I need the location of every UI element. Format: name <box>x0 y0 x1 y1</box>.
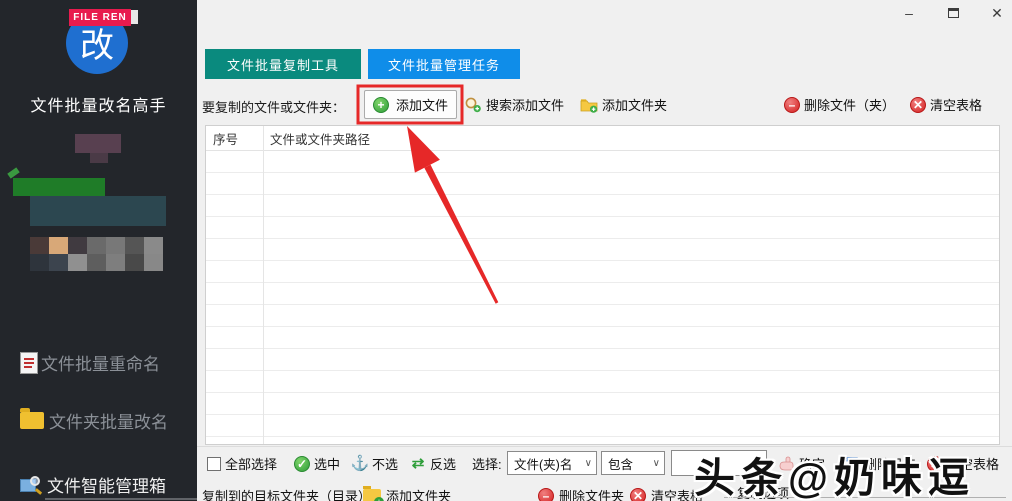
search-plus-icon <box>465 97 481 112</box>
delete-file-label: 删除文件（夹） <box>804 98 896 113</box>
table-header: 序号 文件或文件夹路径 <box>206 126 999 151</box>
sidebar-item-folder-rename[interactable]: 文件夹批量改名 <box>20 408 168 433</box>
copy-options-group-border <box>724 497 1006 498</box>
censored-block <box>75 134 121 153</box>
search-add-file-button[interactable]: 搜索添加文件 <box>464 95 564 114</box>
censored-mosaic <box>30 237 163 271</box>
document-icon <box>20 351 38 374</box>
maximize-button[interactable] <box>944 4 962 22</box>
source-files-label: 要复制的文件或文件夹： <box>202 100 346 115</box>
check-circle-icon: ✓ <box>294 455 310 472</box>
select-label: 选中 <box>314 457 341 472</box>
sidebar-item-label: 文件智能管理箱 <box>47 477 166 496</box>
column-header-path[interactable]: 文件或文件夹路径 <box>263 129 370 148</box>
sidebar-separator <box>45 498 197 500</box>
invert-label: 反选 <box>430 457 457 472</box>
folder-plus-icon <box>363 485 384 501</box>
deselect-label: 不选 <box>372 457 399 472</box>
dest-delete-folder-button[interactable]: – 删除文件夹 <box>538 486 624 501</box>
select-button[interactable]: ✓ 选中 <box>294 454 340 473</box>
column-header-index[interactable]: 序号 <box>206 129 263 148</box>
censored-block <box>90 153 108 163</box>
add-file-label: 添加文件 <box>395 98 448 113</box>
delete-selected-button[interactable]: 删除已选 <box>842 454 916 473</box>
censored-block <box>13 178 105 196</box>
logo-banner: FILE REN <box>69 9 131 26</box>
add-folder-button[interactable]: 添加文件夹 <box>580 95 667 114</box>
table-body[interactable] <box>206 151 999 444</box>
censored-block <box>7 167 20 179</box>
maximize-icon <box>947 8 959 18</box>
match-select-value: 包含 <box>608 457 634 472</box>
x-circle-icon: ✕ <box>927 455 943 472</box>
close-button[interactable]: ✕ <box>988 4 1006 22</box>
x-circle-icon: ✕ <box>910 96 926 113</box>
app-title: 文件批量改名高手 <box>30 98 167 115</box>
clear-table-button-2[interactable]: ✕ 清空表格 <box>927 454 999 473</box>
search-add-file-label: 搜索添加文件 <box>486 98 565 113</box>
deselect-button[interactable]: ⚓ 不选 <box>350 454 399 473</box>
hand-icon <box>779 456 794 470</box>
window-controls: – ✕ <box>900 4 1006 22</box>
copy-options-group-label: 复制选项 <box>737 486 790 501</box>
file-list-table[interactable]: 序号 文件或文件夹路径 <box>205 125 1000 445</box>
x-circle-icon: ✕ <box>630 487 646 501</box>
sidebar-item-label: 文件夹批量改名 <box>49 413 168 432</box>
search-box-icon <box>20 475 43 495</box>
filter-label: 选择: <box>472 457 502 472</box>
minimize-button[interactable]: – <box>900 4 918 22</box>
delete-selected-label: 删除已选 <box>864 457 917 472</box>
field-select-value: 文件(夹)名 <box>514 457 573 472</box>
clear-table-label: 清空表格 <box>930 98 983 113</box>
chevron-down-icon: ∨ <box>584 457 592 469</box>
delete-file-button[interactable]: – 删除文件（夹） <box>784 95 895 114</box>
folder-plus-icon <box>580 98 598 113</box>
selection-toolbar: 全部选择 ✓ 选中 ⚓ 不选 ⇄ 反选 选择: 文件(夹)名 ∨ 包含 ∨ 确定… <box>197 446 1012 481</box>
match-select[interactable]: 包含 ∨ <box>601 451 665 475</box>
sidebar-item-smart-manager[interactable]: 文件智能管理箱 <box>20 472 166 497</box>
chevron-down-icon: ∨ <box>652 457 660 469</box>
dest-add-folder-button[interactable]: 添加文件夹 <box>363 485 452 501</box>
tab-batch-copy-tool[interactable]: 文件批量复制工具 <box>205 49 361 79</box>
minus-circle-icon: – <box>538 487 554 501</box>
dest-delete-folder-label: 删除文件夹 <box>559 489 625 501</box>
sidebar-item-batch-rename[interactable]: 文件批量重命名 <box>20 350 160 375</box>
tab-batch-manage-task[interactable]: 文件批量管理任务 <box>368 49 520 79</box>
swap-arrows-icon: ⇄ <box>411 455 425 472</box>
anchor-icon: ⚓ <box>350 455 370 472</box>
confirm-label: 确定 <box>799 457 826 472</box>
clear-table-button[interactable]: ✕ 清空表格 <box>910 95 982 114</box>
keyword-input[interactable] <box>671 450 767 476</box>
sidebar: 改 FILE REN 文件批量改名高手 文件批量重命名 文件夹批量改名 文件智能… <box>0 0 197 501</box>
invert-selection-button[interactable]: ⇄ 反选 <box>410 454 456 473</box>
plus-circle-icon: + <box>372 96 389 113</box>
app-window: 改 FILE REN 文件批量改名高手 文件批量重命名 文件夹批量改名 文件智能… <box>0 0 1012 501</box>
table-edit-icon <box>843 456 859 471</box>
minus-circle-icon: – <box>784 96 800 113</box>
logo-glyph: 改 <box>80 27 114 65</box>
dest-clear-table-button[interactable]: ✕ 清空表格 <box>630 486 703 501</box>
column-separator <box>263 126 264 444</box>
folder-icon <box>20 408 44 429</box>
clear-table-label-2: 清空表格 <box>947 457 1000 472</box>
add-file-button[interactable]: + 添加文件 <box>364 90 457 119</box>
select-all-toggle[interactable]: 全部选择 <box>207 454 277 473</box>
dest-clear-table-label: 清空表格 <box>651 489 704 501</box>
select-all-label: 全部选择 <box>225 457 278 472</box>
censored-block <box>30 196 166 226</box>
select-all-checkbox[interactable] <box>207 456 221 471</box>
dest-add-folder-label: 添加文件夹 <box>386 489 452 501</box>
destination-toolbar: 复制到的目标文件夹（目录）： 添加文件夹 – 删除文件夹 ✕ 清空表格 复制选项 <box>197 480 1012 501</box>
confirm-button[interactable]: 确定 <box>777 454 825 473</box>
sidebar-item-label: 文件批量重命名 <box>41 355 160 374</box>
add-folder-label: 添加文件夹 <box>602 98 668 113</box>
destination-label: 复制到的目标文件夹（目录）： <box>202 489 378 501</box>
field-select[interactable]: 文件(夹)名 ∨ <box>507 451 597 475</box>
